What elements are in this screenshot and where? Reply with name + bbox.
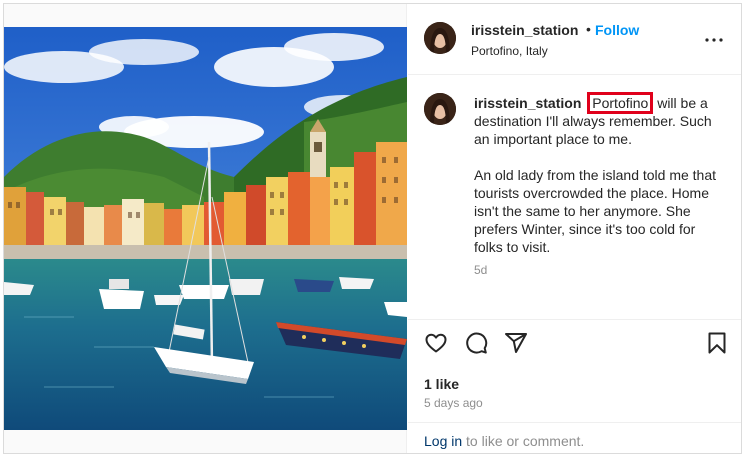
caption-paragraph-2: An old lady from the island told me that… [474, 167, 717, 255]
login-link[interactable]: Log in [424, 433, 462, 449]
post-card: irisstein_station • Follow Portofino, It… [3, 3, 742, 454]
login-prompt-text: to like or comment. [462, 433, 585, 449]
share-icon[interactable] [504, 331, 534, 361]
comments-section: irisstein_station Portofino will be a de… [408, 75, 741, 320]
caption-username[interactable]: irisstein_station [474, 95, 581, 111]
location-link[interactable]: Portofino, Italy [471, 44, 548, 58]
action-bar [408, 331, 741, 367]
post-header: irisstein_station • Follow Portofino, It… [408, 4, 741, 75]
bookmark-icon[interactable] [705, 331, 735, 361]
separator-dot: • [586, 21, 591, 37]
comment-timestamp: 5d [474, 263, 488, 277]
avatar[interactable] [424, 22, 456, 54]
login-prompt: Log in to like or comment. [424, 433, 584, 449]
highlighted-word: Portofino [587, 92, 654, 114]
follow-button[interactable]: Follow [595, 22, 639, 38]
username-link[interactable]: irisstein_station [471, 22, 578, 38]
photo-panel [4, 4, 407, 453]
likes-count[interactable]: 1 like [424, 376, 459, 392]
login-footer: Log in to like or comment. [408, 422, 741, 453]
more-options-icon[interactable] [704, 32, 724, 48]
heart-icon[interactable] [424, 331, 454, 361]
comment-icon[interactable] [464, 331, 494, 361]
post-sidebar: irisstein_station • Follow Portofino, It… [408, 4, 741, 453]
post-photo[interactable] [4, 27, 407, 430]
post-caption: irisstein_station Portofino will be a de… [474, 92, 724, 274]
caption-avatar[interactable] [424, 93, 456, 125]
post-timestamp: 5 days ago [424, 396, 483, 410]
